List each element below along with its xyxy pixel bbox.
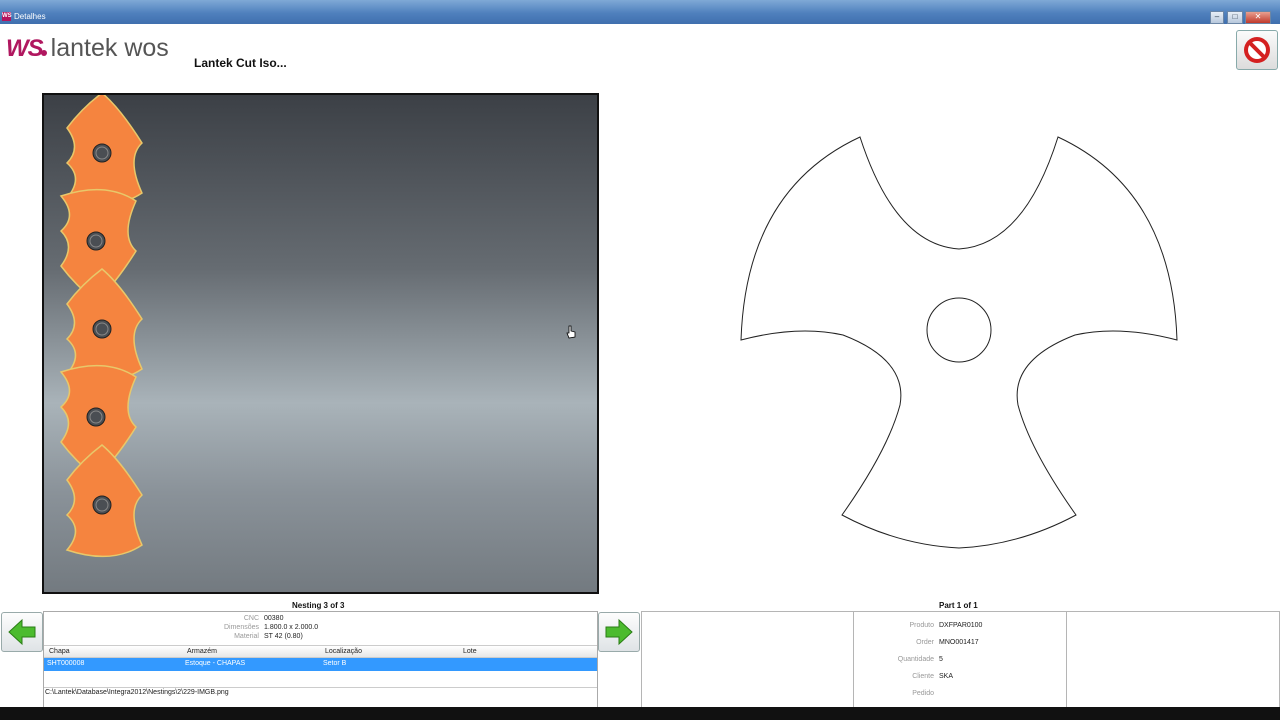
logo-dot	[40, 50, 47, 56]
nesting-info-panel: CNC 00380 Dimensões 1.800.0 x 2.000.0 Mate…	[43, 611, 598, 709]
column-header-chapa[interactable]: Chapa	[49, 648, 70, 655]
part-center-hole	[926, 297, 992, 363]
produto-field: Produto DXFPAR0100	[856, 622, 982, 629]
table-row[interactable]: SHT000008 Estoque - CHAPAS Setor B	[44, 658, 597, 671]
minimize-button[interactable]: –	[1210, 11, 1224, 24]
cnc-field: CNC 00380	[194, 615, 284, 622]
cnc-label: CNC	[243, 615, 259, 622]
order-value: MNO001417	[939, 639, 979, 646]
quantidade-value: 5	[939, 656, 943, 663]
nesting-sheet-view[interactable]	[42, 93, 599, 594]
dimensions-field: Dimensões 1.800.0 x 2.000.0	[194, 624, 318, 631]
maximize-button[interactable]: □	[1227, 11, 1243, 24]
column-header-armazem[interactable]: Armazém	[187, 648, 217, 655]
material-field: Material ST 42 (0.80)	[194, 633, 303, 640]
column-header-localizacao[interactable]: Localização	[325, 648, 362, 655]
window-title: Detalhes	[14, 12, 46, 21]
stop-button[interactable]	[1236, 30, 1278, 70]
nesting-caption: Nesting 3 of 3	[292, 601, 345, 610]
table-header: Chapa Armazém Localização Lote	[44, 645, 597, 658]
produto-value: DXFPAR0100	[939, 622, 983, 629]
logo-ws: WS	[6, 35, 44, 62]
cliente-value: SKA	[939, 673, 954, 680]
material-value: ST 42 (0.80)	[264, 633, 303, 640]
cell-localizacao: Setor B	[323, 660, 347, 667]
cliente-label: Cliente	[912, 673, 934, 680]
module-title: Lantek Cut Iso...	[194, 56, 287, 70]
lantek-logo: WS lantek wos	[6, 34, 169, 63]
nesting-image-path: C:\Lantek\Database\Integra2012\Nestings\…	[45, 689, 229, 696]
pedido-label: Pedido	[912, 690, 934, 697]
dimensions-label: Dimensões	[223, 624, 259, 631]
cell-armazem: Estoque - CHAPAS	[185, 660, 246, 667]
arrow-right-icon	[605, 618, 633, 646]
logo-brand: lantek wos	[50, 34, 169, 62]
part-outline	[740, 136, 1178, 549]
order-label: Order	[916, 639, 934, 646]
close-window-button[interactable]: ✕	[1245, 11, 1271, 24]
order-field: Order MNO001417	[856, 639, 979, 646]
cnc-value: 00380	[264, 615, 284, 622]
part-info-panel: Produto DXFPAR0100 Order MNO001417 Quantid…	[853, 611, 1067, 709]
part-preview[interactable]	[736, 132, 1186, 552]
app-icon: WS	[2, 12, 12, 21]
previous-button[interactable]	[1, 612, 43, 652]
sheet-table: Chapa Armazém Localização Lote SHT000008…	[44, 645, 597, 671]
stop-icon	[1244, 37, 1270, 63]
cell-chapa: SHT000008	[47, 660, 85, 667]
bottom-bar	[0, 707, 1280, 720]
nested-parts-layer	[60, 95, 143, 558]
cliente-field: Cliente SKA	[856, 673, 953, 680]
pedido-field: Pedido	[856, 690, 939, 697]
part-caption: Part 1 of 1	[939, 601, 978, 610]
quantidade-label: Quantidade	[897, 656, 934, 663]
hand-cursor-icon	[566, 325, 576, 339]
column-header-lote[interactable]: Lote	[463, 648, 477, 655]
window-titlebar: WS Detalhes – □ ✕	[0, 0, 1280, 24]
empty-panel-left	[641, 611, 854, 709]
material-label: Material	[234, 633, 259, 640]
arrow-left-icon	[8, 618, 36, 646]
nested-part	[66, 95, 143, 206]
next-button[interactable]	[598, 612, 640, 652]
dimensions-value: 1.800.0 x 2.000.0	[264, 624, 319, 631]
path-divider	[44, 687, 597, 688]
produto-label: Produto	[909, 622, 934, 629]
empty-panel-right	[1066, 611, 1280, 709]
quantidade-field: Quantidade 5	[856, 656, 943, 663]
